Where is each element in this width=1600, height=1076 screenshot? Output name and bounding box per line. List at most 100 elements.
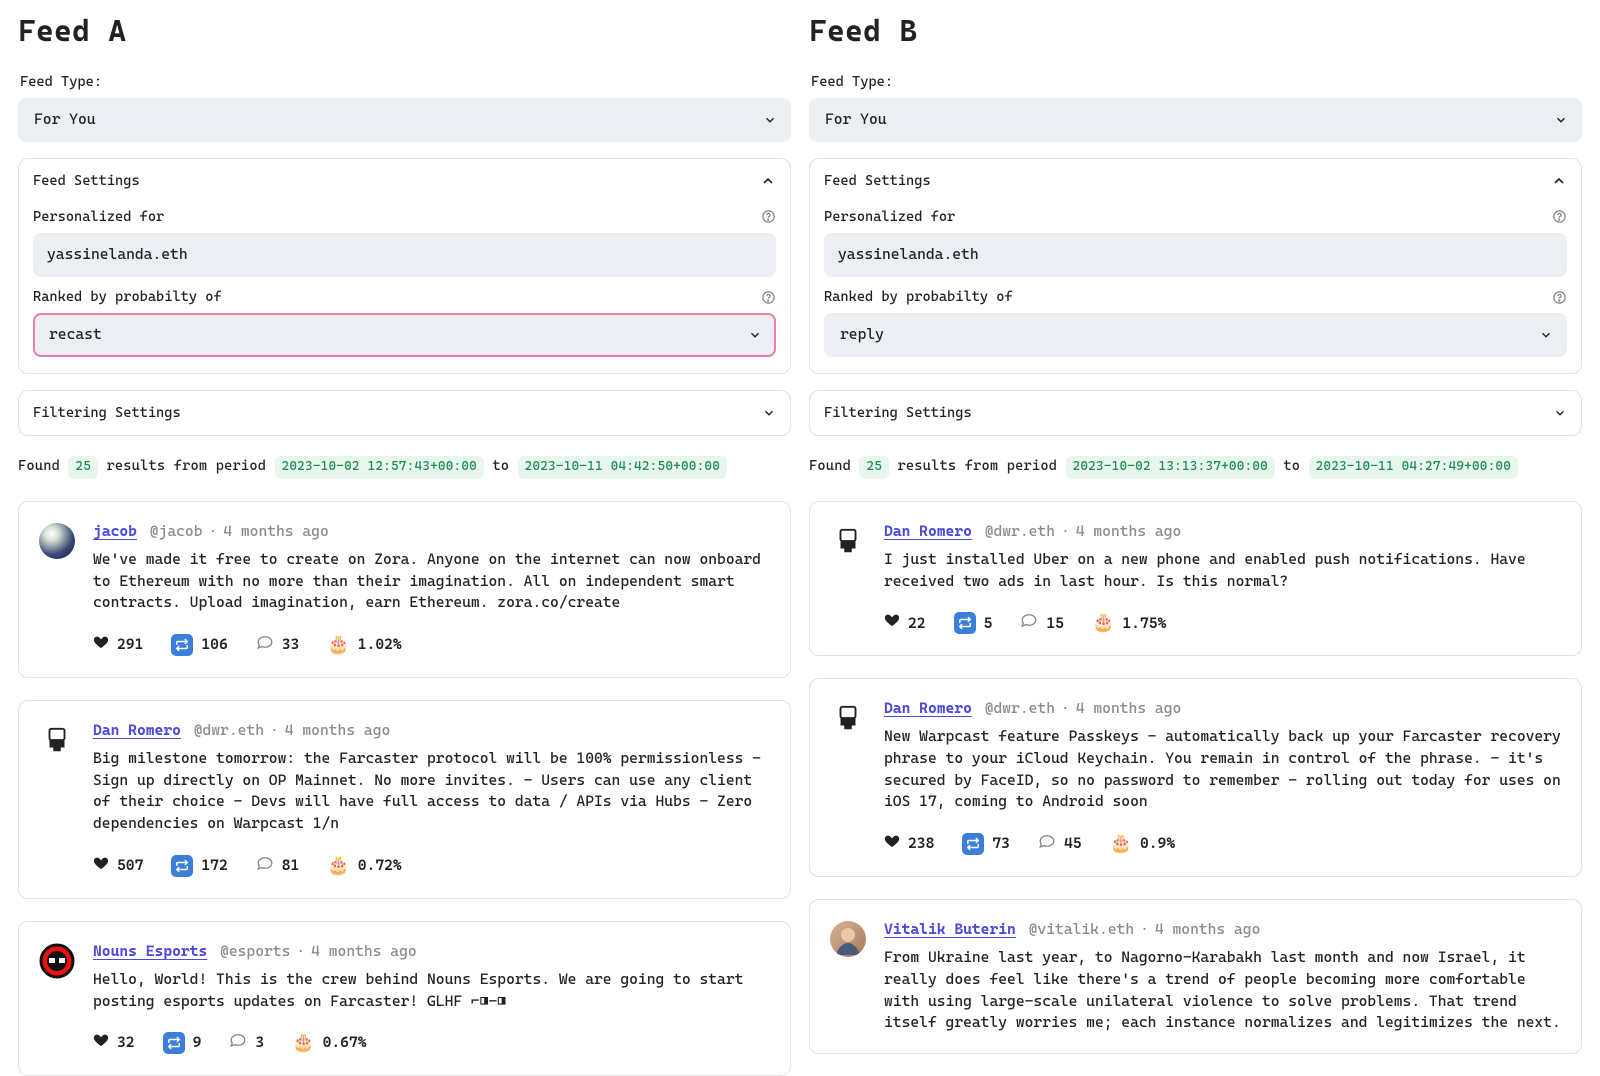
likes-count: 291 xyxy=(117,634,143,656)
likes-metric[interactable]: 32 xyxy=(93,1032,135,1055)
reply-icon xyxy=(256,633,274,658)
chevron-down-icon xyxy=(763,113,777,127)
chevron-down-icon xyxy=(1553,406,1567,420)
likes-metric[interactable]: 22 xyxy=(884,612,926,635)
replies-count: 15 xyxy=(1046,613,1064,635)
author-link[interactable]: Dan Romero xyxy=(884,699,972,717)
probability-value: 0.9% xyxy=(1140,833,1175,855)
heart-icon xyxy=(93,855,109,878)
replies-metric[interactable]: 15 xyxy=(1020,611,1064,636)
post-card: Vitalik Buterin @vitalik.eth · 4 months ag… xyxy=(809,899,1582,1054)
feed-type-label: Feed Type: xyxy=(811,72,1582,92)
post-metrics: 238 73 45 🎂0.9% xyxy=(884,831,1561,857)
separator-dot: · xyxy=(1140,920,1149,938)
chevron-up-icon[interactable] xyxy=(760,173,776,189)
post-content: I just installed Uber on a new phone and… xyxy=(884,549,1561,593)
likes-metric[interactable]: 238 xyxy=(884,833,934,856)
replies-metric[interactable]: 45 xyxy=(1038,832,1082,857)
author-link[interactable]: Nouns Esports xyxy=(93,942,207,960)
filtering-settings-header: Filtering Settings xyxy=(33,403,181,423)
recasts-metric[interactable]: 172 xyxy=(171,855,227,877)
likes-metric[interactable]: 507 xyxy=(93,855,143,878)
personalized-for-input[interactable]: yassinelanda.eth xyxy=(33,233,776,277)
avatar xyxy=(830,523,866,559)
post-time: 4 months ago xyxy=(1155,920,1260,938)
found-count-chip: 25 xyxy=(68,456,98,479)
replies-metric[interactable]: 3 xyxy=(229,1031,264,1056)
avatar xyxy=(39,722,75,758)
ranked-by-select[interactable]: recast xyxy=(33,313,776,357)
recasts-metric[interactable]: 106 xyxy=(171,634,227,656)
recast-icon xyxy=(962,833,984,855)
post-byline: Dan Romero @dwr.eth·4 months ago xyxy=(884,521,1561,543)
separator-dot: · xyxy=(296,942,305,960)
feed-type-select[interactable]: For You xyxy=(18,98,791,142)
probability-metric: 🎂0.67% xyxy=(292,1030,366,1056)
found-to: to xyxy=(492,458,509,474)
cake-icon: 🎂 xyxy=(327,632,349,658)
probability-metric: 🎂0.9% xyxy=(1110,831,1176,857)
reply-icon xyxy=(229,1031,247,1056)
likes-count: 22 xyxy=(908,613,926,635)
feed-type-value: For You xyxy=(34,110,96,128)
recasts-count: 106 xyxy=(201,634,227,656)
help-icon[interactable] xyxy=(1552,290,1567,305)
replies-count: 33 xyxy=(282,634,300,656)
post-content: New Warpcast feature Passkeys - automati… xyxy=(884,726,1561,813)
feed-type-select[interactable]: For You xyxy=(809,98,1582,142)
author-link[interactable]: Vitalik Buterin xyxy=(884,920,1016,938)
personalized-for-value: yassinelanda.eth xyxy=(47,245,188,263)
help-icon[interactable] xyxy=(1552,209,1567,224)
avatar xyxy=(39,523,75,559)
help-icon[interactable] xyxy=(761,209,776,224)
post-byline: jacob @jacob·4 months ago xyxy=(93,521,770,543)
probability-metric: 🎂1.75% xyxy=(1092,610,1166,636)
post-byline: Dan Romero @dwr.eth·4 months ago xyxy=(884,698,1561,720)
author-link[interactable]: Dan Romero xyxy=(93,721,181,739)
post-card: Dan Romero @dwr.eth·4 months ago New Warp… xyxy=(809,678,1582,877)
author-handle: @dwr.eth xyxy=(194,721,264,739)
author-link[interactable]: jacob xyxy=(93,522,137,540)
filtering-settings-panel[interactable]: Filtering Settings xyxy=(18,390,791,436)
avatar xyxy=(830,921,866,957)
personalized-for-input[interactable]: yassinelanda.eth xyxy=(824,233,1567,277)
post-time: 4 months ago xyxy=(285,721,390,739)
results-summary: Found 25 results from period 2023-10-02 … xyxy=(18,456,791,479)
found-end-chip: 2023-10-11 04:42:50+00:00 xyxy=(518,456,727,479)
ranked-by-value: recast xyxy=(49,325,102,343)
feed-settings-header: Feed Settings xyxy=(33,171,140,191)
avatar xyxy=(830,700,866,736)
probability-value: 1.75% xyxy=(1122,613,1166,635)
post-content: From Ukraine last year, to Nagorno-Karab… xyxy=(884,947,1561,1034)
recasts-metric[interactable]: 73 xyxy=(962,833,1010,855)
replies-metric[interactable]: 81 xyxy=(256,854,300,879)
recasts-metric[interactable]: 5 xyxy=(954,612,993,634)
post-time: 4 months ago xyxy=(223,522,328,540)
likes-count: 507 xyxy=(117,855,143,877)
author-handle: @vitalik.eth xyxy=(1029,920,1134,938)
found-mid: results from period xyxy=(106,458,266,474)
found-mid: results from period xyxy=(897,458,1057,474)
post-byline: Vitalik Buterin @vitalik.eth · 4 months ag… xyxy=(884,919,1561,941)
author-link[interactable]: Dan Romero xyxy=(884,522,972,540)
recast-icon xyxy=(171,634,193,656)
author-handle: @esports xyxy=(220,942,290,960)
likes-metric[interactable]: 291 xyxy=(93,634,143,657)
filtering-settings-panel[interactable]: Filtering Settings xyxy=(809,390,1582,436)
post-byline: Nouns Esports @esports·4 months ago xyxy=(93,941,770,963)
post-time: 4 months ago xyxy=(1076,522,1181,540)
reply-icon xyxy=(1020,611,1038,636)
reply-icon xyxy=(256,854,274,879)
likes-count: 32 xyxy=(117,1032,135,1054)
found-count-chip: 25 xyxy=(859,456,889,479)
post-card: Nouns Esports @esports·4 months agoHello… xyxy=(18,921,791,1076)
recasts-count: 5 xyxy=(984,613,993,635)
recasts-metric[interactable]: 9 xyxy=(163,1032,202,1054)
replies-metric[interactable]: 33 xyxy=(256,633,300,658)
chevron-up-icon[interactable] xyxy=(1551,173,1567,189)
chevron-down-icon xyxy=(762,406,776,420)
chevron-down-icon xyxy=(748,328,762,342)
help-icon[interactable] xyxy=(761,290,776,305)
post-card: Dan Romero @dwr.eth·4 months ago I just i… xyxy=(809,501,1582,656)
ranked-by-select[interactable]: reply xyxy=(824,313,1567,357)
